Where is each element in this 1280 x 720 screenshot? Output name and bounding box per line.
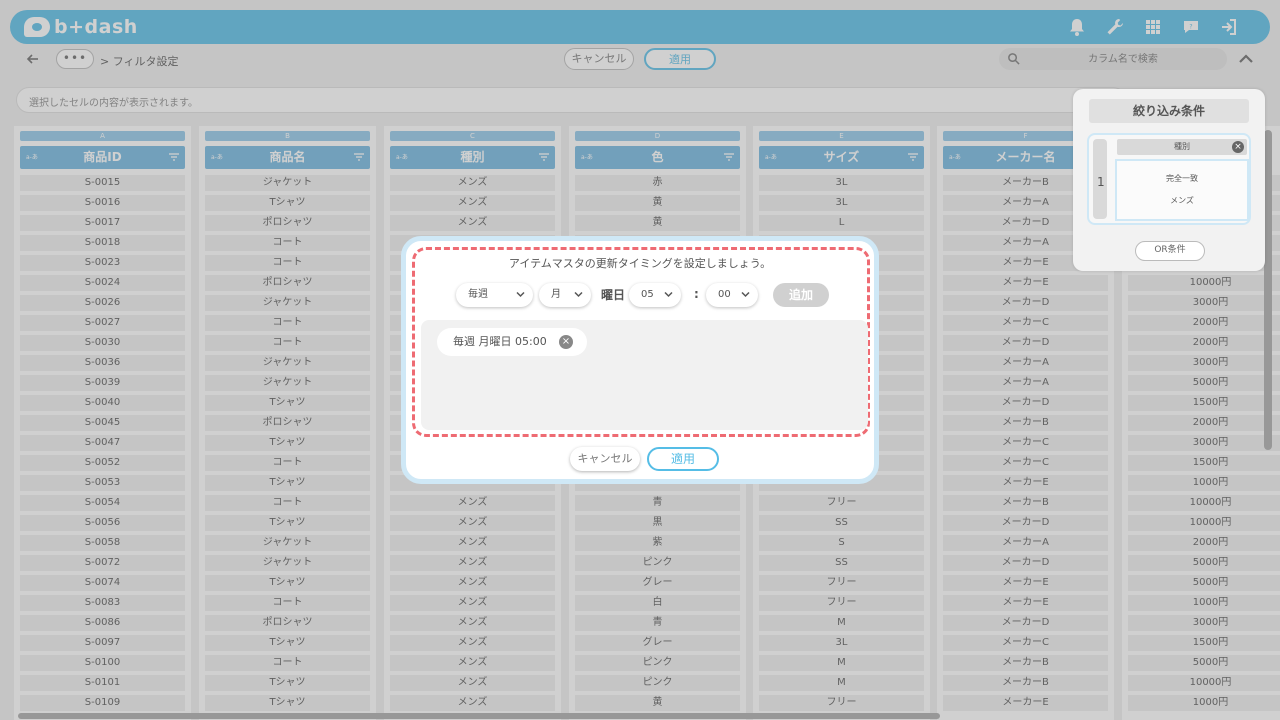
schedule-chip: 毎週 月曜日 05:00 ×: [437, 328, 587, 356]
filter-group-number: 1: [1097, 175, 1105, 189]
filter-condition-box[interactable]: 完全一致 メンズ: [1115, 159, 1249, 221]
weekday-label: 曜日: [601, 288, 626, 302]
modal-title: アイテムマスタの更新タイミングを設定しましょう。: [508, 257, 772, 270]
minute-select[interactable]: 00: [706, 283, 758, 307]
or-condition-button[interactable]: OR条件: [1135, 241, 1205, 261]
chevron-down-icon: [516, 291, 525, 298]
schedule-label: 毎週 月曜日 05:00: [453, 335, 547, 348]
weekday-select[interactable]: 月: [539, 283, 591, 307]
weekday-value: 月: [551, 289, 561, 300]
modal-apply-button[interactable]: 適用: [647, 447, 719, 471]
remove-schedule-icon[interactable]: ×: [559, 335, 573, 349]
chevron-down-icon: [741, 291, 750, 298]
filter-condition-value: メンズ: [1170, 196, 1194, 205]
filter-panel-title: 絞り込み条件: [1089, 99, 1249, 123]
frequency-value: 毎週: [468, 289, 488, 300]
hour-select[interactable]: 05: [629, 283, 681, 307]
frequency-select[interactable]: 毎週: [456, 283, 533, 307]
hour-value: 05: [641, 289, 654, 300]
schedule-list: 毎週 月曜日 05:00 ×: [421, 320, 868, 430]
chevron-down-icon: [574, 291, 583, 298]
modal-cancel-button[interactable]: キャンセル: [570, 447, 640, 471]
time-separator: :: [694, 287, 699, 301]
chevron-down-icon: [664, 291, 673, 298]
filter-conditions-panel: 絞り込み条件 1 種別 × 完全一致 メンズ OR条件: [1073, 89, 1265, 271]
filter-condition-type: 完全一致: [1166, 174, 1198, 183]
filter-group: 1 種別 × 完全一致 メンズ: [1087, 133, 1251, 225]
add-button[interactable]: 追加: [773, 283, 829, 307]
filter-field-chip[interactable]: 種別 ×: [1117, 139, 1247, 155]
close-icon[interactable]: ×: [1232, 141, 1244, 153]
filter-field-label: 種別: [1174, 142, 1190, 151]
update-timing-modal: アイテムマスタの更新タイミングを設定しましょう。 毎週 月 曜日 05 : 00…: [401, 236, 879, 484]
minute-value: 00: [718, 289, 731, 300]
